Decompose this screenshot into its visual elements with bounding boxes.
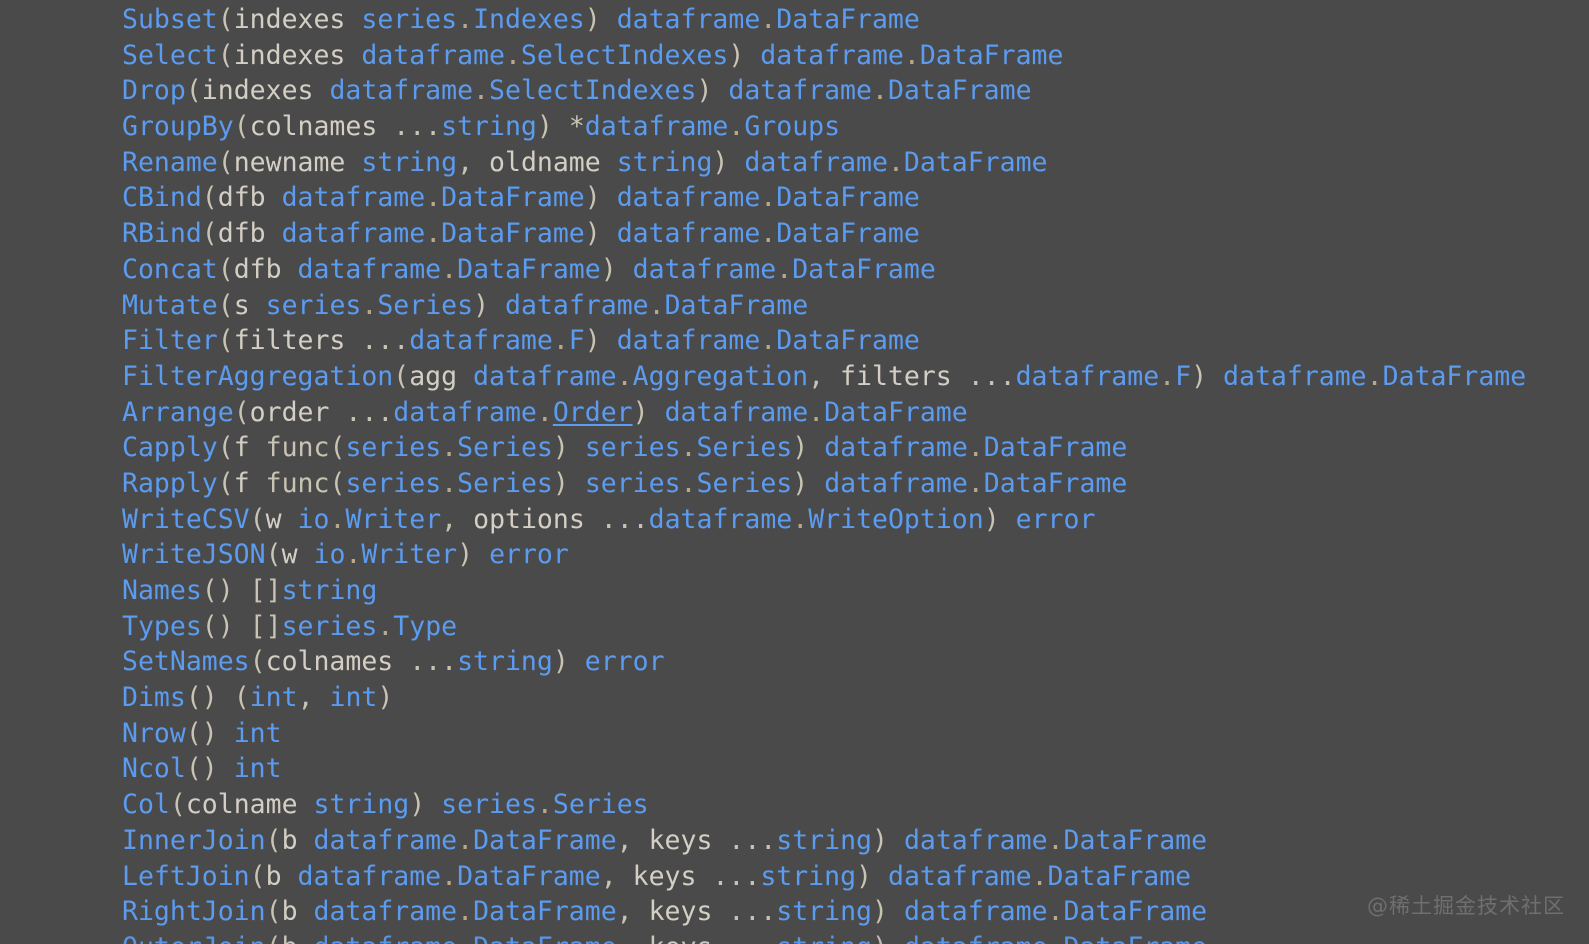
signature-line-ncol: Ncol() int (122, 753, 282, 785)
signature-line-rbind: RBind(dfb dataframe.DataFrame) dataframe… (122, 218, 920, 250)
watermark: @稀土掘金技术社区 (1367, 894, 1565, 918)
method-signature-list: Subset(indexes series.Indexes) dataframe… (122, 2, 1526, 930)
clipped-signature-line: OuterJoin(b dataframe.DataFrame, keys ..… (122, 930, 1207, 944)
signature-line-rightjoin: RightJoin(b dataframe.DataFrame, keys ..… (122, 896, 1208, 928)
signature-line-leftjoin: LeftJoin(b dataframe.DataFrame, keys ...… (122, 860, 1192, 892)
signature-line-writecsv: WriteCSV(w io.Writer, options ...datafra… (122, 503, 1096, 535)
code-block: Subset(indexes series.Indexes) dataframe… (0, 0, 1589, 944)
signature-line-capply: Capply(f func(series.Series) series.Seri… (122, 432, 1128, 464)
signature-line-filteraggregation: FilterAggregation(agg dataframe.Aggregat… (122, 360, 1527, 392)
signature-line-filter: Filter(filters ...dataframe.F) dataframe… (122, 325, 920, 357)
signature-line-rapply: Rapply(f func(series.Series) series.Seri… (122, 467, 1128, 499)
signature-line-arrange: Arrange(order ...dataframe.Order) datafr… (122, 396, 968, 428)
signature-line-names: Names() []string (122, 575, 378, 606)
order-type-link[interactable]: Order (553, 397, 633, 428)
signature-line-writejson: WriteJSON(w io.Writer) error (122, 539, 569, 571)
signature-line-col: Col(colname string) series.Series (122, 789, 649, 821)
signature-line-innerjoin: InnerJoin(b dataframe.DataFrame, keys ..… (122, 824, 1208, 856)
signature-line-cbind: CBind(dfb dataframe.DataFrame) dataframe… (122, 182, 920, 214)
signature-line-nrow: Nrow() int (122, 717, 282, 749)
signature-line-subset: Subset(indexes series.Indexes) dataframe… (122, 4, 920, 35)
signature-line-setnames: SetNames(colnames ...string) error (122, 646, 665, 678)
signature-line-types: Types() []series.Type (122, 610, 458, 642)
signature-line-drop: Drop(indexes dataframe.SelectIndexes) da… (122, 75, 1032, 107)
signature-line-outerjoin: OuterJoin(b dataframe.DataFrame, keys ..… (122, 930, 1207, 944)
signature-line-dims: Dims() (int, int) (122, 682, 394, 714)
signature-line-select: Select(indexes dataframe.SelectIndexes) … (122, 39, 1064, 71)
signature-line-mutate: Mutate(s series.Series) dataframe.DataFr… (122, 289, 809, 321)
signature-line-concat: Concat(dfb dataframe.DataFrame) datafram… (122, 253, 936, 285)
signature-line-rename: Rename(newname string, oldname string) d… (122, 146, 1048, 178)
signature-line-groupby: GroupBy(colnames ...string) *dataframe.G… (122, 111, 841, 143)
